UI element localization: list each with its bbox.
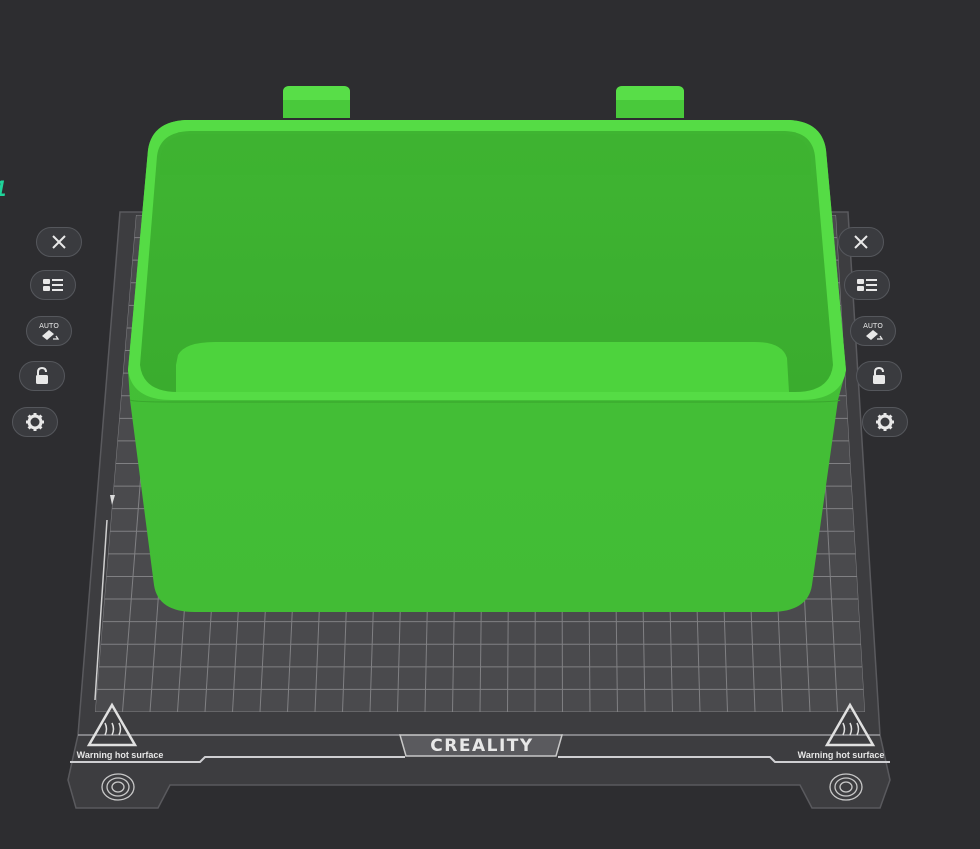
arrange-button[interactable] [30,270,76,300]
plate-settings-button[interactable] [12,407,58,437]
arrange-button[interactable] [844,270,890,300]
scene-canvas[interactable] [0,0,980,849]
auto-orient-icon: AUTO [39,322,59,340]
gear-icon [876,413,894,431]
model-box[interactable] [128,86,846,612]
lock-button[interactable] [856,361,902,391]
arrange-icon [857,279,877,291]
lock-button[interactable] [19,361,65,391]
arrange-icon [43,279,63,291]
delete-plate-button[interactable] [838,227,884,257]
auto-orient-icon: AUTO [863,322,883,340]
lock-icon [36,367,48,384]
bed-brand-label: CREALITY [430,736,534,756]
auto-orient-button[interactable]: AUTO [850,316,896,346]
gear-icon [26,413,44,431]
warning-label-right: Warning hot surface [797,750,885,760]
3d-viewport[interactable]: 1 AUTO [0,0,980,849]
delete-plate-button[interactable] [36,227,82,257]
auto-orient-button[interactable]: AUTO [26,316,72,346]
warning-label-left: Warning hot surface [76,750,164,760]
lock-icon [873,367,885,384]
auto-label: AUTO [39,322,59,330]
plate-index-label: 1 [0,176,6,202]
auto-label: AUTO [863,322,883,330]
close-icon [52,235,66,249]
plate-settings-button[interactable] [862,407,908,437]
close-icon [854,235,868,249]
